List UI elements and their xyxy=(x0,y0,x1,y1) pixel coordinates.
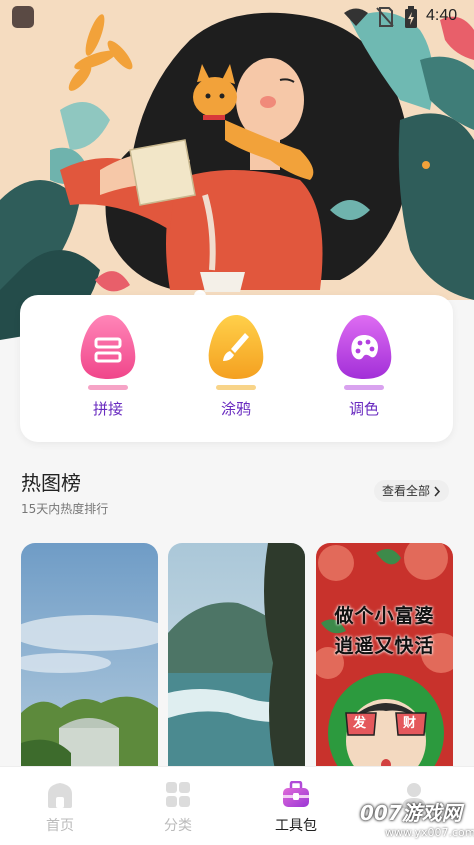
tool-stitch-label: 拼接 xyxy=(92,400,123,418)
battery-charging-icon xyxy=(405,6,417,28)
tool-color-label: 调色 xyxy=(348,400,379,418)
nav-home-label: 首页 xyxy=(46,818,74,834)
watermark-text: 007游戏网 xyxy=(360,801,462,825)
view-all-button[interactable]: 查看全部 xyxy=(374,480,450,502)
hot-image-3[interactable]: 做个小富婆 逍遥又快活 发 财 xyxy=(316,543,453,783)
hot-image-3-sign-left: 发 xyxy=(353,716,367,731)
tool-doodle[interactable]: 涂鸦 xyxy=(196,313,276,419)
hot-image-3-sign-right: 财 xyxy=(403,716,417,731)
status-time: 4:40 xyxy=(426,7,458,24)
brush-icon xyxy=(205,313,267,381)
nav-category-label: 分类 xyxy=(164,818,192,834)
watermark-url: www.yx007.com xyxy=(385,826,474,839)
section-subtitle: 15天内热度排行 xyxy=(21,502,109,516)
no-sim-icon xyxy=(376,7,394,27)
category-icon xyxy=(166,782,190,807)
wifi-icon xyxy=(344,8,368,26)
chevron-right-icon xyxy=(434,486,441,497)
nav-toolbox-label: 工具包 xyxy=(275,818,317,834)
palette-icon xyxy=(333,313,395,381)
tool-color[interactable]: 调色 xyxy=(324,313,404,419)
home-icon xyxy=(48,783,72,808)
nav-home[interactable]: 首页 xyxy=(20,781,100,835)
tools-card: 拼接 涂鸦 调色 xyxy=(20,295,453,442)
tool-doodle-label: 涂鸦 xyxy=(220,400,251,418)
toolbox-icon xyxy=(283,780,309,807)
hot-image-1[interactable] xyxy=(21,543,158,783)
view-all-label: 查看全部 xyxy=(382,484,431,498)
hot-image-3-line2: 逍遥又快活 xyxy=(334,635,435,657)
hot-image-2[interactable] xyxy=(168,543,305,783)
brush-shadow xyxy=(216,385,256,390)
nav-category[interactable]: 分类 xyxy=(138,781,218,835)
app-icon xyxy=(12,6,34,28)
tool-stitch[interactable]: 拼接 xyxy=(68,313,148,419)
section-title: 热图榜 xyxy=(21,471,81,495)
nav-toolbox[interactable]: 工具包 xyxy=(256,780,336,835)
palette-shadow xyxy=(344,385,384,390)
status-bar: 4:40 xyxy=(0,0,474,34)
hot-image-3-line1: 做个小富婆 xyxy=(334,605,435,627)
stitch-icon xyxy=(77,313,139,381)
stitch-shadow xyxy=(88,385,128,390)
